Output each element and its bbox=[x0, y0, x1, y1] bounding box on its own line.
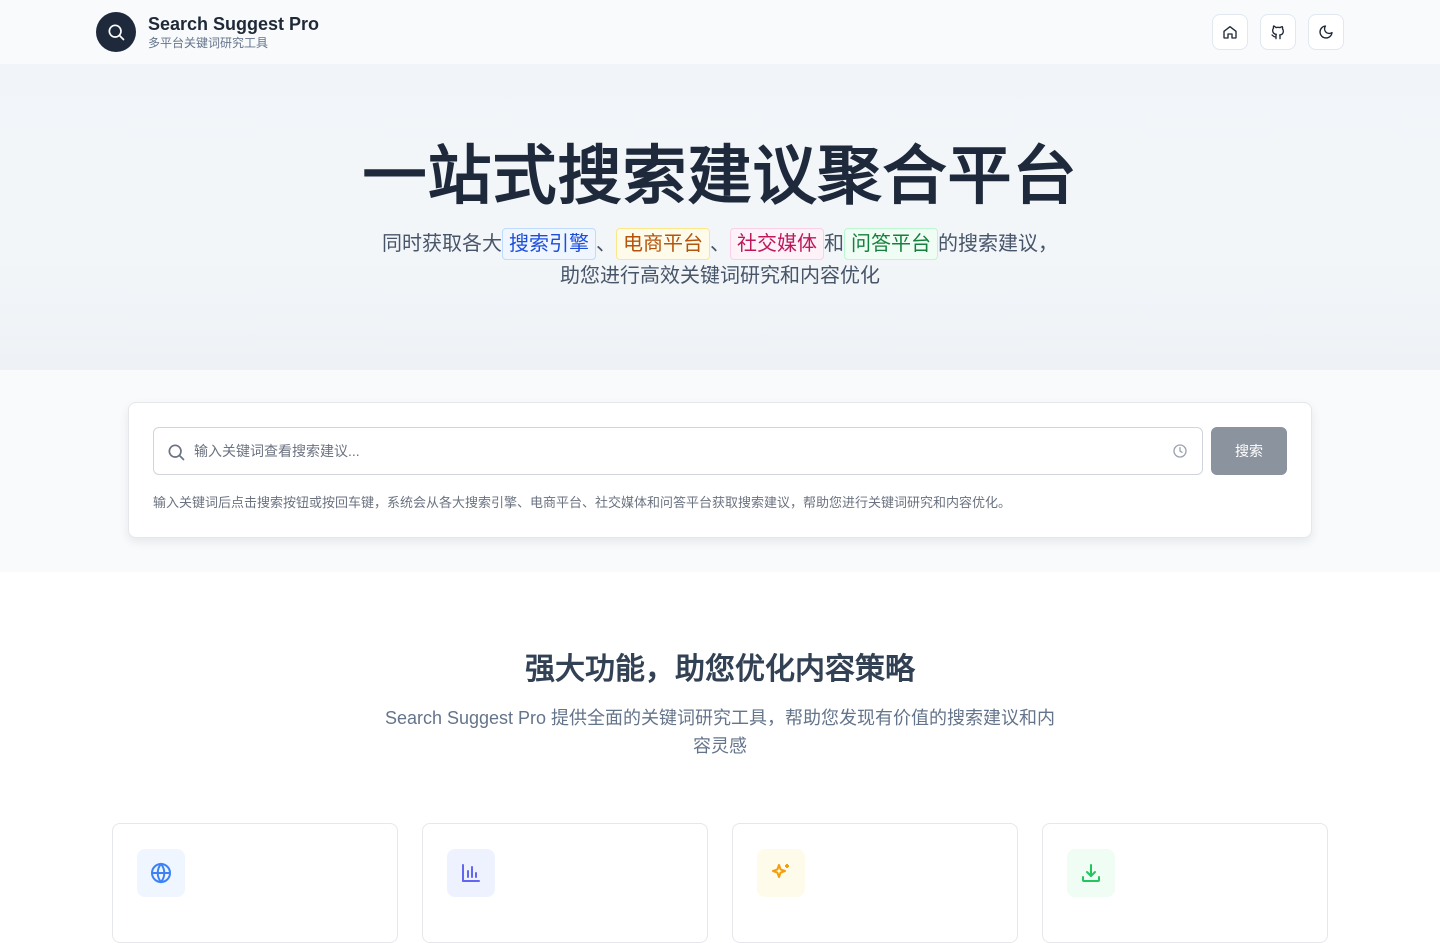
hero-section: 一站式搜索建议聚合平台 同时获取各大 搜索引擎、电商平台、社交媒体和问答平台 的搜索… bbox=[0, 64, 1440, 370]
features-title: 强大功能，助您优化内容策略 bbox=[525, 653, 915, 686]
header: Search Suggest Pro 多平台关键词研究工具 bbox=[0, 0, 1440, 64]
search-input[interactable] bbox=[194, 428, 1154, 474]
tag-search-engine: 搜索引擎 bbox=[502, 228, 596, 260]
globe-icon bbox=[151, 862, 171, 884]
tag-qa-platform: 问答平台 bbox=[844, 228, 938, 260]
brand-subtitle: 多平台关键词研究工具 bbox=[148, 36, 269, 50]
search-button[interactable]: 搜索 bbox=[1211, 427, 1287, 475]
home-button[interactable] bbox=[1212, 14, 1248, 50]
logo bbox=[96, 12, 136, 52]
feature-card bbox=[422, 823, 708, 943]
feature-icon-box bbox=[1067, 849, 1115, 897]
theme-toggle-button[interactable] bbox=[1308, 14, 1344, 50]
separator: 、 bbox=[596, 233, 616, 255]
sparkles-icon bbox=[772, 864, 789, 878]
search-section: 搜索 输入关键词后点击搜索按钮或按回车键，系统会从各大搜索引擎、电商平台、社交媒… bbox=[0, 370, 1440, 572]
conjunction: 和 bbox=[824, 233, 844, 255]
download-icon bbox=[1082, 864, 1100, 882]
brand-title: Search Suggest Pro bbox=[148, 14, 320, 34]
search-icon bbox=[168, 444, 185, 461]
feature-icon-box bbox=[447, 849, 495, 897]
moon-icon bbox=[1319, 25, 1333, 39]
feature-cards bbox=[112, 823, 1328, 943]
feature-icon-box bbox=[137, 849, 185, 897]
history-icon[interactable] bbox=[1172, 443, 1188, 459]
hero-desc-line2: 助您进行高效关键词研究和内容优化 bbox=[560, 265, 880, 287]
separator: 、 bbox=[710, 233, 730, 255]
search-hint: 输入关键词后点击搜索按钮或按回车键，系统会从各大搜索引擎、电商平台、社交媒体和问… bbox=[153, 495, 1012, 510]
search-card: 搜索 输入关键词后点击搜索按钮或按回车键，系统会从各大搜索引擎、电商平台、社交媒… bbox=[128, 402, 1312, 538]
brand[interactable]: Search Suggest Pro 多平台关键词研究工具 bbox=[96, 12, 319, 52]
hero-description: 同时获取各大 搜索引擎、电商平台、社交媒体和问答平台 的搜索建议， 助您进行高效关键… bbox=[0, 228, 1440, 292]
github-icon bbox=[1271, 25, 1284, 40]
hero-desc-prefix: 同时获取各大 bbox=[382, 233, 502, 255]
tag-ecommerce: 电商平台 bbox=[616, 228, 710, 260]
tag-social-media: 社交媒体 bbox=[730, 228, 824, 260]
feature-card bbox=[112, 823, 398, 943]
feature-card bbox=[1042, 823, 1328, 943]
hero-desc-suffix: 的搜索建议， bbox=[938, 233, 1058, 255]
search-icon bbox=[108, 24, 125, 41]
features-description: Search Suggest Pro 提供全面的关键词研究工具，帮助您发现有价值… bbox=[384, 708, 1056, 756]
feature-card bbox=[732, 823, 1018, 943]
header-actions bbox=[1212, 14, 1344, 50]
feature-icon-box bbox=[757, 849, 805, 897]
search-field[interactable] bbox=[153, 427, 1203, 475]
github-button[interactable] bbox=[1260, 14, 1296, 50]
hero-title: 一站式搜索建议聚合平台 bbox=[362, 140, 1078, 212]
home-icon bbox=[1223, 26, 1237, 39]
bar-chart-icon bbox=[462, 864, 480, 882]
